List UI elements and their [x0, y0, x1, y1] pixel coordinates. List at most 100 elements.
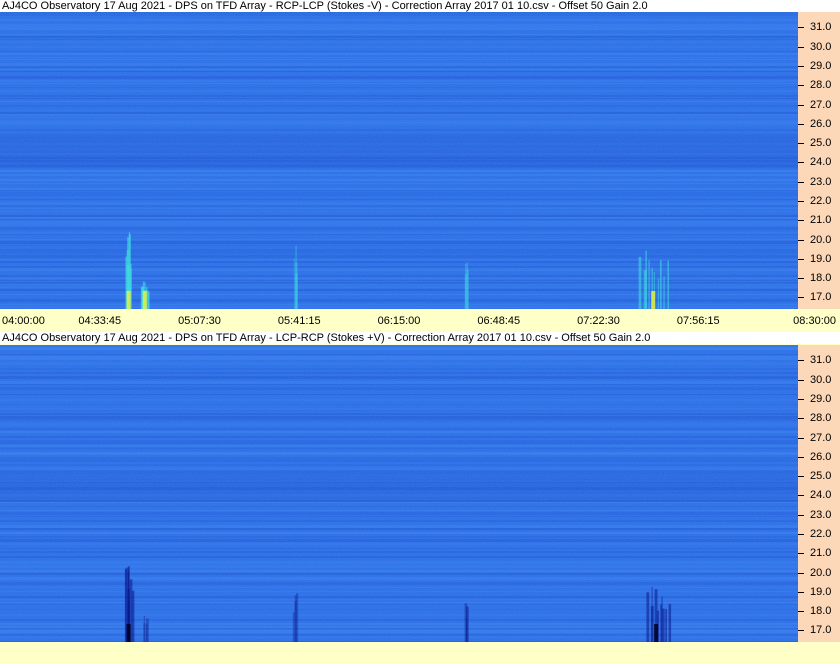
burst-core [126, 291, 131, 309]
time-tick-label: 06:15:00 [377, 315, 421, 327]
noise-texture [0, 12, 798, 309]
frequency-tick-label: 17.0 [810, 291, 832, 304]
frequency-tick-label: 21.0 [810, 547, 832, 560]
time-tick-label: 05:41:15 [277, 315, 321, 327]
frequency-tick-label: 31.0 [810, 354, 832, 367]
frequency-tick-label: 20.0 [810, 566, 832, 579]
panel-1-title: AJ4CO Observatory 17 Aug 2021 - DPS on T… [0, 0, 840, 12]
frequency-tick-label: 26.0 [810, 117, 832, 130]
frequency-tick-label: 28.0 [810, 412, 832, 425]
frequency-tick [798, 360, 804, 362]
burst-core [126, 624, 131, 642]
panel-2-title: AJ4CO Observatory 17 Aug 2021 - DPS on T… [0, 332, 840, 344]
frequency-tick [798, 418, 804, 420]
frequency-tick [798, 46, 804, 48]
burst-streak [651, 586, 653, 642]
frequency-tick [798, 66, 804, 67]
frequency-tick-label: 25.0 [810, 470, 832, 483]
burst-streak [667, 260, 669, 309]
time-tick-label: 08:30:00 [793, 315, 836, 327]
time-tick-label: 05:07:30 [178, 315, 221, 327]
frequency-tick [798, 201, 804, 202]
burst-streak [665, 609, 667, 642]
burst-streak [143, 623, 145, 642]
frequency-tick-label: 29.0 [810, 60, 832, 72]
frequency-tick-label: 21.0 [810, 214, 832, 227]
frequency-tick-label: 26.0 [810, 450, 832, 463]
frequency-tick-label: 25.0 [810, 137, 832, 150]
frequency-tick-label: 24.0 [810, 156, 832, 169]
frequency-tick-label: 18.0 [810, 272, 832, 285]
panel-1-spectrogram [0, 12, 798, 309]
burst-streak [293, 258, 295, 309]
frequency-tick [798, 258, 804, 260]
frequency-tick [798, 572, 804, 574]
burst-streak [131, 590, 135, 642]
time-tick-label: 06:48:45 [477, 315, 521, 327]
time-tick-label: 07:56:15 [676, 315, 720, 327]
frequency-tick-label: 23.0 [810, 508, 832, 521]
frequency-tick [798, 399, 804, 400]
burst-streak [648, 260, 650, 309]
frequency-tick [798, 379, 804, 381]
burst-core [142, 291, 147, 309]
frequency-tick [798, 553, 804, 555]
frequency-tick-label: 20.0 [810, 233, 832, 246]
burst-streak [668, 604, 672, 642]
frequency-tick [798, 239, 804, 241]
panel-1-frequency-axis: 31.0 30.0 29.0 28.0 27.0 26.0 25.0 24.0 23.0 22.0… [798, 12, 840, 309]
burst-streak [466, 269, 469, 309]
frequency-tick-label: 27.0 [810, 431, 832, 444]
frequency-tick [798, 27, 804, 29]
frequency-tick-label: 24.0 [810, 489, 832, 502]
burst-streak [646, 592, 650, 642]
frequency-tick [798, 476, 804, 478]
time-tick-label: 07:22:30 [577, 315, 620, 327]
frequency-tick-label: 27.0 [810, 98, 832, 111]
panel-2-spectrogram [0, 345, 798, 642]
burst-streak [657, 278, 659, 309]
frequency-tick-label: 22.0 [810, 528, 832, 540]
frequency-tick-label: 22.0 [810, 195, 832, 207]
burst-streak [292, 612, 295, 642]
frequency-tick [798, 143, 804, 145]
frequency-tick [798, 514, 804, 516]
burst-core [654, 624, 659, 642]
burst-event [464, 603, 469, 642]
burst-streak [663, 276, 665, 309]
frequency-tick [798, 630, 804, 632]
burst-streak [660, 604, 662, 642]
frequency-tick-label: 19.0 [810, 585, 832, 598]
frequency-tick-label: 31.0 [810, 21, 832, 34]
burst-event [143, 615, 149, 642]
frequency-tick [798, 297, 804, 299]
frequency-tick [798, 456, 804, 458]
frequency-tick [798, 162, 804, 164]
frequency-tick-label: 30.0 [810, 40, 832, 53]
frequency-tick [798, 278, 804, 280]
frequency-tick-label: 29.0 [810, 393, 832, 405]
burst-streak [125, 568, 127, 642]
burst-streak [659, 260, 662, 309]
burst-streak [465, 264, 467, 309]
burst-streak [638, 256, 642, 309]
frequency-tick-label: 28.0 [810, 79, 832, 92]
burst-streak [295, 245, 297, 309]
burst-core [651, 291, 656, 309]
frequency-tick [798, 534, 804, 535]
burst-streak [296, 593, 299, 642]
panel-2-frequency-axis: 31.0 30.0 29.0 28.0 27.0 26.0 25.0 24.0 23.0 22.0… [798, 345, 840, 642]
frequency-tick-label: 19.0 [810, 252, 832, 265]
frequency-tick-label: 17.0 [810, 624, 832, 637]
frequency-tick [798, 591, 804, 593]
time-tick-label: 04:33:45 [78, 315, 122, 327]
frequency-tick-label: 18.0 [810, 605, 832, 618]
frequency-tick [798, 85, 804, 87]
frequency-tick [798, 123, 804, 125]
noise-texture [0, 345, 798, 642]
frequency-tick [798, 495, 804, 497]
burst-streak [464, 603, 468, 642]
time-tick-label: 04:00:00 [2, 315, 45, 327]
frequency-tick [798, 181, 804, 183]
frequency-tick-label: 23.0 [810, 175, 832, 188]
